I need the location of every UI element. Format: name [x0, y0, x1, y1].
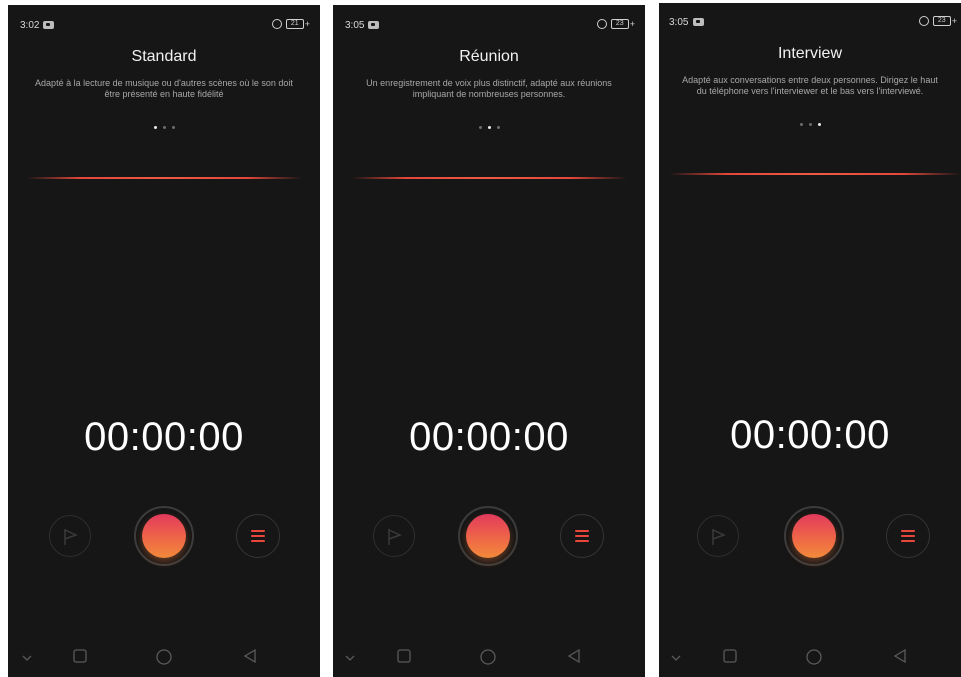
menu-icon — [901, 530, 915, 545]
status-right: 21 + — [271, 19, 310, 29]
system-navigation-bar — [8, 641, 320, 677]
record-icon — [466, 514, 510, 558]
status-time: 3:05 — [669, 17, 689, 28]
system-navigation-bar — [333, 641, 645, 677]
recordings-list-button[interactable] — [560, 514, 604, 558]
battery-icon: 23 + — [932, 16, 957, 26]
status-bar: 3:05 23 + — [659, 3, 961, 37]
flag-button[interactable] — [697, 515, 739, 557]
recordings-list-button[interactable] — [886, 514, 930, 558]
alarm-icon — [596, 19, 607, 29]
status-bar: 3:02 21 + — [8, 5, 320, 39]
recordings-list-button[interactable] — [236, 514, 280, 558]
chevron-down-icon[interactable] — [671, 655, 681, 661]
record-icon — [792, 514, 836, 558]
square-icon[interactable] — [723, 649, 737, 663]
circle-icon[interactable] — [806, 649, 822, 665]
notification-icon — [368, 21, 379, 29]
recording-timer: 00:00:00 — [84, 415, 244, 459]
mode-title: Interview — [777, 45, 843, 62]
recording-timer: 00:00:00 — [409, 415, 569, 459]
mode-description: Adapté aux conversations entre deux pers… — [682, 75, 938, 96]
phone-screen-standard: 3:02 21 + Standard Adapté à la lecture d… — [8, 5, 320, 677]
phone-screen-interview: 3:05 23 + Interview Adapté aux conversat… — [659, 3, 961, 677]
audio-level-line — [351, 177, 627, 179]
menu-icon — [575, 530, 589, 545]
record-button[interactable] — [784, 506, 844, 566]
flag-icon — [388, 529, 402, 545]
page-dot — [153, 126, 157, 129]
page-indicator[interactable] — [8, 126, 320, 129]
page-dot — [171, 126, 175, 129]
page-dot — [808, 123, 812, 126]
record-button[interactable] — [134, 506, 194, 566]
flag-icon — [64, 529, 78, 545]
square-icon[interactable] — [397, 649, 411, 663]
battery-icon: 21 + — [285, 19, 310, 29]
page-indicator[interactable] — [659, 123, 961, 126]
mode-title: Standard — [131, 48, 197, 65]
record-button[interactable] — [458, 506, 518, 566]
notification-icon — [43, 21, 54, 29]
flag-button[interactable] — [373, 515, 415, 557]
phone-screen-reunion: 3:05 23 + Réunion Un enregistrement de v… — [333, 5, 645, 677]
page-indicator[interactable] — [333, 126, 645, 129]
chevron-down-icon[interactable] — [345, 655, 355, 661]
chevron-down-icon[interactable] — [22, 655, 32, 661]
status-right: 23 + — [596, 19, 635, 29]
status-right: 23 + — [918, 16, 957, 26]
page-dot — [162, 126, 166, 129]
status-time: 3:02 — [20, 20, 40, 31]
alarm-icon — [918, 16, 929, 26]
triangle-back-icon[interactable] — [243, 649, 257, 663]
alarm-icon — [271, 19, 282, 29]
page-dot — [478, 126, 482, 129]
triangle-back-icon[interactable] — [567, 649, 581, 663]
triangle-back-icon[interactable] — [893, 649, 907, 663]
page-dot — [799, 123, 803, 126]
record-icon — [142, 514, 186, 558]
flag-button[interactable] — [49, 515, 91, 557]
mode-description: Un enregistrement de voix plus distincti… — [366, 78, 612, 99]
page-dot — [817, 123, 821, 126]
page-dot — [496, 126, 500, 129]
page-dot — [487, 126, 491, 129]
recording-timer: 00:00:00 — [730, 413, 890, 457]
circle-icon[interactable] — [480, 649, 496, 665]
status-time: 3:05 — [345, 20, 365, 31]
system-navigation-bar — [659, 641, 961, 677]
square-icon[interactable] — [73, 649, 87, 663]
notification-icon — [693, 18, 704, 26]
menu-icon — [251, 530, 265, 545]
circle-icon[interactable] — [156, 649, 172, 665]
audio-level-line — [26, 177, 302, 179]
flag-icon — [712, 529, 726, 545]
mode-description: Adapté à la lecture de musique ou d'autr… — [35, 78, 293, 99]
status-bar: 3:05 23 + — [333, 5, 645, 39]
battery-icon: 23 + — [610, 19, 635, 29]
audio-level-line — [669, 173, 961, 175]
mode-title: Réunion — [459, 48, 519, 65]
